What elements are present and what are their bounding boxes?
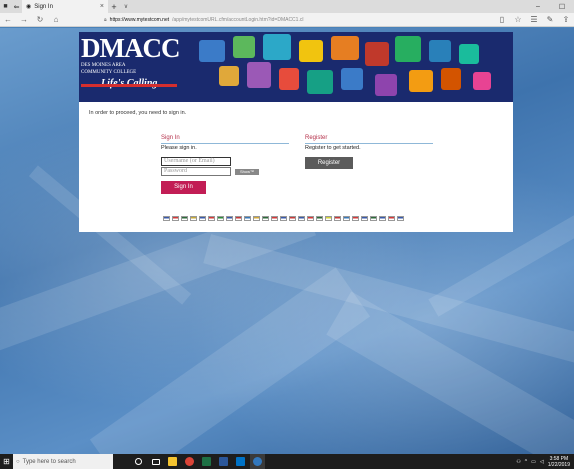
clock[interactable]: 3:58 PM 1/22/2019 [548, 456, 570, 468]
tab-menu-button[interactable]: ∨ [120, 3, 132, 10]
language-flag-icon[interactable] [325, 216, 332, 221]
cortana-icon[interactable] [131, 454, 146, 469]
language-flag-icon[interactable] [253, 216, 260, 221]
refresh-icon[interactable]: ↻ [32, 15, 48, 24]
language-flag-icon[interactable] [217, 216, 224, 221]
register-subtitle: Register to get started. [305, 145, 361, 151]
file-explorer-icon[interactable] [165, 454, 180, 469]
app-icons-collage [197, 32, 513, 102]
language-flag-icon[interactable] [334, 216, 341, 221]
language-flag-icon[interactable] [181, 216, 188, 221]
language-flag-icon[interactable] [172, 216, 179, 221]
chrome-icon[interactable] [182, 454, 197, 469]
word-icon[interactable] [216, 454, 231, 469]
language-flag-icon[interactable] [298, 216, 305, 221]
language-flag-icon[interactable] [307, 216, 314, 221]
language-flag-icon[interactable] [289, 216, 296, 221]
lock-icon: 🔒︎ [104, 16, 107, 23]
network-icon[interactable]: ▭ [531, 459, 536, 465]
signin-card: In order to proceed, you need to sign in… [79, 102, 513, 232]
pen-icon[interactable]: ✎ [542, 15, 558, 24]
favorites-hub-icon[interactable]: ☰ [526, 15, 542, 24]
language-flag-icon[interactable] [244, 216, 251, 221]
tab-location-icon: ◉ [26, 4, 32, 10]
language-flag-icon[interactable] [271, 216, 278, 221]
system-tray: ⚇ ^ ▭ ◁ 3:58 PM 1/22/2019 [516, 456, 574, 468]
maximize-button[interactable]: ☐ [550, 3, 574, 11]
username-field[interactable]: Username (or Email) [161, 157, 231, 166]
tab-title: Sign In [34, 3, 53, 10]
logo-subtitle-1: DES MOINES AREA [81, 63, 126, 68]
language-flag-icon[interactable] [280, 216, 287, 221]
language-flag-icon[interactable] [397, 216, 404, 221]
language-flag-icon[interactable] [199, 216, 206, 221]
language-flag-icon[interactable] [388, 216, 395, 221]
signin-subtitle: Please sign in. [161, 145, 197, 151]
clock-time: 3:58 PM [549, 455, 569, 462]
tab-close-icon[interactable]: × [100, 3, 104, 10]
language-flag-icon[interactable] [361, 216, 368, 221]
tab-bar: ■ ⇐ ◉ Sign In × + ∨ – ☐ [0, 0, 574, 13]
logo-subtitle-2: COMMUNITY COLLEGE [81, 70, 137, 75]
home-icon[interactable]: ⌂ [48, 15, 64, 24]
signin-heading: Sign In [161, 135, 180, 141]
back-icon[interactable]: ← [0, 15, 16, 24]
window-controls: – ☐ [526, 3, 574, 11]
browser-tab[interactable]: ◉ Sign In × [22, 0, 108, 13]
logo-main-text: DMACC [81, 33, 180, 63]
language-flag-icon[interactable] [352, 216, 359, 221]
url-path: /app/mytestcomURL.cfm/accountLogin.htm?i… [172, 16, 304, 23]
signin-divider [161, 143, 289, 144]
excel-icon[interactable] [199, 454, 214, 469]
language-flag-icon[interactable] [262, 216, 269, 221]
forward-icon[interactable]: → [16, 15, 32, 24]
language-flag-icon[interactable] [226, 216, 233, 221]
windows-start-icon[interactable]: ⊞ [0, 454, 13, 469]
taskbar-apps [131, 454, 265, 469]
share-icon[interactable]: ⇪ [558, 15, 574, 24]
minimize-button[interactable]: – [526, 3, 550, 11]
tray-chevron-icon[interactable]: ^ [525, 459, 527, 465]
language-flag-icon[interactable] [316, 216, 323, 221]
register-heading: Register [305, 135, 328, 141]
search-icon: ○ [16, 458, 20, 465]
people-icon[interactable]: ⚇ [516, 459, 520, 465]
reading-view-icon[interactable]: ▯ [494, 15, 510, 24]
language-flag-icon[interactable] [235, 216, 242, 221]
language-flags [163, 216, 404, 221]
new-tab-button[interactable]: + [108, 2, 120, 12]
clock-date: 1/22/2019 [547, 461, 570, 468]
favorite-star-icon[interactable]: ☆ [510, 15, 526, 24]
language-flag-icon[interactable] [343, 216, 350, 221]
edge-icon[interactable] [250, 454, 265, 469]
navigation-bar: ← → ↻ ⌂ 🔒︎ https://www.mytestcom.net/app… [0, 13, 574, 27]
college-banner: DMACC DES MOINES AREA COMMUNITY COLLEGE … [79, 32, 513, 102]
browser-toolbar: ▯ ☆ ☰ ✎ ⇪ [494, 15, 574, 24]
password-field[interactable]: Password [161, 167, 231, 176]
logo-red-bar [81, 84, 177, 87]
outlook-icon[interactable] [233, 454, 248, 469]
tab-actions-icon[interactable]: ■ [0, 0, 11, 13]
taskbar-search-placeholder: Type here to search [22, 458, 76, 465]
sign-in-button[interactable]: Sign In [161, 181, 206, 194]
windows-taskbar: ⊞ ○ Type here to search ⚇ ^ ▭ ◁ 3:58 PM … [0, 454, 574, 469]
language-flag-icon[interactable] [370, 216, 377, 221]
register-button[interactable]: Register [305, 157, 353, 169]
taskbar-search[interactable]: ○ Type here to search [13, 454, 113, 469]
intro-text: In order to proceed, you need to sign in… [89, 110, 187, 116]
show-password-button[interactable]: Show™ [235, 169, 259, 175]
tabs-aside-icon[interactable]: ⇐ [11, 0, 22, 13]
language-flag-icon[interactable] [163, 216, 170, 221]
task-view-icon[interactable] [148, 454, 163, 469]
register-divider [305, 143, 433, 144]
volume-icon[interactable]: ◁ [540, 459, 544, 465]
url-host: https://www.mytestcom.net [109, 16, 170, 23]
language-flag-icon[interactable] [379, 216, 386, 221]
dmacc-logo: DMACC DES MOINES AREA COMMUNITY COLLEGE … [81, 35, 191, 99]
language-flag-icon[interactable] [208, 216, 215, 221]
address-bar[interactable]: 🔒︎ https://www.mytestcom.net/app/mytestc… [104, 14, 474, 25]
language-flag-icon[interactable] [190, 216, 197, 221]
